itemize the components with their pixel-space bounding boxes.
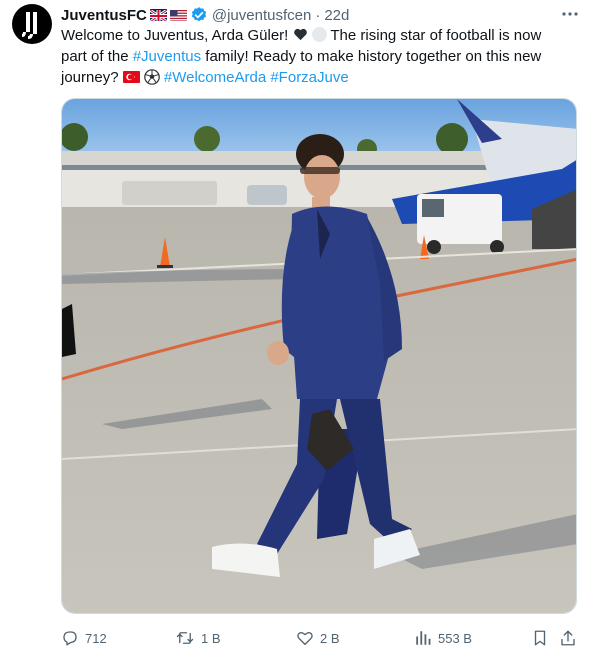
share-button[interactable]	[559, 626, 583, 650]
like-count: 2 B	[320, 630, 340, 646]
tweet-text-part: The rising star of football is now	[326, 27, 542, 44]
repost-count: 1 B	[201, 630, 221, 646]
hashtag-forzajuve[interactable]: #ForzaJuve	[270, 69, 348, 86]
bookmark-icon	[534, 630, 546, 646]
uk-flag-icon	[149, 9, 167, 21]
like-button[interactable]: 2 B	[296, 626, 340, 650]
views-button[interactable]: 553 B	[414, 626, 472, 650]
views-icon	[416, 631, 431, 645]
white-circle-emoji	[311, 27, 327, 42]
tweet-text-part: Welcome to Juventus, Arda Güler!	[61, 27, 293, 44]
hashtag-welcomearda[interactable]: #WelcomeArda	[164, 69, 266, 86]
like-icon	[297, 632, 313, 646]
tweet-text-part: journey?	[61, 69, 123, 86]
tweet-text: Welcome to Juventus, Arda Güler! The ris…	[61, 25, 571, 91]
tweet: JuventusFC @juventusfcen · 22d Welcome t…	[0, 0, 591, 658]
account-name[interactable]: JuventusFC	[61, 7, 147, 24]
more-icon[interactable]	[560, 6, 580, 22]
timestamp[interactable]: 22d	[324, 7, 349, 24]
black-heart-emoji	[293, 27, 308, 42]
separator: ·	[315, 6, 321, 24]
account-handle[interactable]: @juventusfcen	[212, 7, 311, 24]
views-count: 553 B	[438, 630, 472, 646]
repost-icon	[176, 632, 194, 644]
turkey-flag-emoji	[122, 71, 140, 83]
juventus-logo-icon	[22, 12, 37, 39]
us-flag-icon	[169, 9, 187, 21]
bookmark-button[interactable]	[531, 626, 555, 650]
reply-count: 712	[85, 630, 107, 646]
repost-button[interactable]: 1 B	[175, 626, 221, 650]
tweet-actions: 712 1 B 2 B 553 B	[61, 626, 581, 650]
avatar[interactable]	[12, 4, 52, 44]
photo-scene	[62, 99, 576, 613]
verified-badge-icon	[190, 6, 208, 24]
soccer-ball-emoji	[143, 69, 160, 91]
reply-icon	[63, 631, 77, 646]
tweet-photo[interactable]	[61, 98, 577, 614]
tweet-text-part: part of the	[61, 48, 133, 65]
tweet-header: JuventusFC @juventusfcen · 22d	[61, 5, 349, 25]
share-icon	[561, 630, 575, 646]
hashtag-juventus[interactable]: #Juventus	[133, 48, 201, 65]
reply-button[interactable]: 712	[61, 626, 107, 650]
tweet-text-part: family! Ready to make history together o…	[201, 48, 542, 65]
